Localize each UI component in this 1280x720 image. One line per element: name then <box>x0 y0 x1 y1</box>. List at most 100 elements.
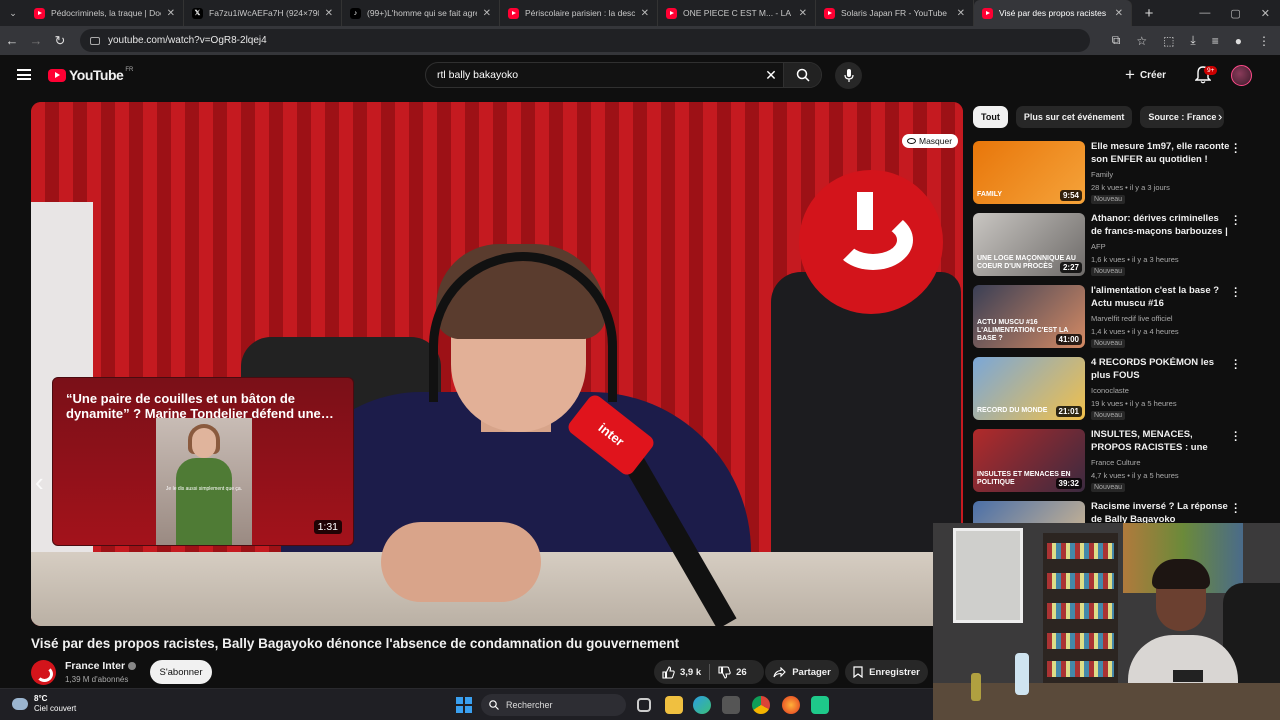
close-tab-icon[interactable]: ✕ <box>1115 8 1123 19</box>
app-green-icon[interactable] <box>811 696 829 714</box>
site-info-icon[interactable] <box>90 36 100 45</box>
clear-search-icon[interactable]: ✕ <box>759 67 783 84</box>
close-tab-icon[interactable]: ✕ <box>325 8 333 19</box>
task-view-icon[interactable] <box>637 698 651 712</box>
browser-tab[interactable]: Visé par des propos racistes ✕ <box>974 0 1132 26</box>
new-badge: Nouveau <box>1091 411 1126 420</box>
endcard-duration: 1:31 <box>313 520 342 534</box>
chips-next-chevron-icon[interactable]: › <box>1218 109 1222 124</box>
logo-text: YouTube <box>69 67 124 83</box>
new-tab-button[interactable]: + <box>1138 5 1160 22</box>
create-button[interactable]: + Créer <box>1125 65 1166 85</box>
more-options-icon[interactable]: · · · <box>1232 500 1240 519</box>
hide-endcards-button[interactable]: Masquer <box>902 134 959 148</box>
video-player[interactable]: inter Masquer ‹ <box>31 102 963 626</box>
extensions-icon[interactable]: ⬚ <box>1163 34 1174 48</box>
downloads-icon[interactable]: ⤓ <box>1190 33 1195 48</box>
recommended-video[interactable]: UNE LOGE MAÇONNIQUE AU COEUR D'UN PROCÈS… <box>973 212 1263 279</box>
dislike-button[interactable]: 26 <box>710 665 755 679</box>
chip-plus-sur-evenement[interactable]: Plus sur cet événement <box>1015 106 1133 128</box>
chip-tout[interactable]: Tout <box>973 106 1008 128</box>
voice-search-button[interactable] <box>835 62 862 89</box>
search-icon <box>489 700 499 710</box>
url-text: youtube.com/watch?v=OgR8-2lqej4 <box>108 35 267 46</box>
youtube-logo[interactable]: YouTube FR <box>48 67 133 83</box>
host-hands <box>381 522 541 602</box>
channel-avatar[interactable] <box>31 660 56 685</box>
tab-title: ONE PIECE C EST M... - LA COM <box>683 8 793 18</box>
video-title: Athanor: dérives criminelles de francs-m… <box>1091 213 1228 237</box>
recommended-video[interactable]: ACTU MUSCU #16 L'ALIMENTATION C'EST LA B… <box>973 284 1263 351</box>
browser-tab[interactable]: Périscolaire parisien : la descen ✕ <box>500 0 658 26</box>
bookmark-star-icon[interactable]: ☆ <box>1136 34 1147 48</box>
search-box[interactable]: rtl bally bakayoko ✕ <box>425 62 822 88</box>
video-title: Visé par des propos racistes, Bally Baga… <box>31 636 680 651</box>
close-tab-icon[interactable]: ✕ <box>641 8 649 19</box>
video-thumbnail[interactable]: UNE LOGE MAÇONNIQUE AU COEUR D'UN PROCÈS… <box>973 213 1085 276</box>
store-icon[interactable] <box>722 696 740 714</box>
install-app-icon[interactable]: ⧉ <box>1112 33 1121 48</box>
chrome-icon[interactable] <box>752 696 770 714</box>
video-thumbnail[interactable]: ACTU MUSCU #16 L'ALIMENTATION C'EST LA B… <box>973 285 1085 348</box>
edge-icon[interactable] <box>693 696 711 714</box>
close-window-icon[interactable]: ✕ <box>1261 7 1270 20</box>
windows-start-icon[interactable] <box>456 697 472 713</box>
x-icon: 𝕏 <box>192 7 203 19</box>
browser-tab[interactable]: 𝕏 Fa7zu1iWcAEFa7H (924×790) ✕ <box>184 0 342 26</box>
browser-menu-icon[interactable]: ⋮ <box>1258 34 1270 48</box>
weather-widget[interactable]: 8°C Ciel couvert <box>12 694 76 714</box>
minimize-icon[interactable]: — <box>1199 7 1210 19</box>
recommended-video[interactable]: INSULTES ET MENACES EN POLITIQUE 39:32 INS… <box>973 428 1263 495</box>
previous-chevron-icon[interactable]: ‹ <box>35 467 44 498</box>
tab-search-button[interactable]: ⌄ <box>0 0 26 26</box>
close-tab-icon[interactable]: ✕ <box>799 8 807 19</box>
video-title: l'alimentation c'est la base ? Actu musc… <box>1091 285 1220 309</box>
reload-icon[interactable]: ↻ <box>48 33 72 49</box>
video-thumbnail[interactable]: INSULTES ET MENACES EN POLITIQUE 39:32 <box>973 429 1085 492</box>
account-avatar[interactable] <box>1231 65 1252 86</box>
menu-icon[interactable] <box>17 69 31 80</box>
video-thumbnail[interactable]: RECORD DU MONDE 21:01 <box>973 357 1085 420</box>
video-thumbnail[interactable]: FAMILY 9:54 <box>973 141 1085 204</box>
tab-title: (99+)L'homme qui se fait agres <box>367 8 477 18</box>
browser-tab[interactable]: Pédocriminels, la traque | Docu ✕ <box>26 0 184 26</box>
forward-icon[interactable]: → <box>24 33 48 48</box>
tab-title: Périscolaire parisien : la descen <box>525 8 635 18</box>
file-explorer-icon[interactable] <box>665 696 683 714</box>
more-options-icon[interactable]: · · · <box>1232 140 1240 159</box>
close-tab-icon[interactable]: ✕ <box>957 8 965 19</box>
more-options-icon[interactable]: · · · <box>1232 284 1240 303</box>
more-options-icon[interactable]: · · · <box>1232 212 1240 231</box>
maximize-icon[interactable]: ▢ <box>1230 7 1240 20</box>
more-options-icon[interactable]: · · · <box>1232 428 1240 447</box>
thumbs-down-icon <box>718 665 731 679</box>
create-label: Créer <box>1139 69 1167 81</box>
browser-tab[interactable]: Solaris Japan FR - YouTube ✕ <box>816 0 974 26</box>
endcard-video[interactable]: Je le dis aussi simplement que ça. “Une … <box>52 377 354 546</box>
close-tab-icon[interactable]: ✕ <box>483 8 491 19</box>
browser-tab[interactable]: ONE PIECE C EST M... - LA COM ✕ <box>658 0 816 26</box>
recommended-video[interactable]: RECORD DU MONDE 21:01 4 RECORDS POKÉMON le… <box>973 356 1263 423</box>
chip-source[interactable]: Source : France <box>1140 106 1225 128</box>
like-button[interactable]: 3,9 k <box>654 665 709 679</box>
more-options-icon[interactable]: · · · <box>1232 356 1240 375</box>
video-meta: 28 k vues • il y a 3 jours <box>1091 183 1170 192</box>
back-icon[interactable]: ← <box>0 33 24 48</box>
eye-off-icon <box>907 138 916 144</box>
search-button[interactable] <box>783 63 821 87</box>
address-bar[interactable]: youtube.com/watch?v=OgR8-2lqej4 <box>80 29 1090 52</box>
share-button[interactable]: Partager <box>765 660 839 684</box>
browser-tab[interactable]: ♪ (99+)L'homme qui se fait agres ✕ <box>342 0 500 26</box>
profile-icon[interactable]: ● <box>1235 34 1242 48</box>
thumbnail-caption: FAMILY <box>977 191 1003 198</box>
taskbar-search[interactable]: Rechercher <box>481 694 626 716</box>
channel-name-text[interactable]: France Inter <box>65 660 125 672</box>
save-button[interactable]: Enregistrer <box>845 660 928 684</box>
search-input[interactable]: rtl bally bakayoko <box>426 69 759 81</box>
recommended-video[interactable]: FAMILY 9:54 Elle mesure 1m97, elle raconte… <box>973 140 1263 207</box>
subscribe-button[interactable]: S'abonner <box>150 660 212 684</box>
firefox-icon[interactable] <box>782 696 800 714</box>
media-icon[interactable]: ≡ <box>1212 34 1219 48</box>
channel-name[interactable]: France Inter <box>65 660 137 672</box>
close-tab-icon[interactable]: ✕ <box>167 8 175 19</box>
